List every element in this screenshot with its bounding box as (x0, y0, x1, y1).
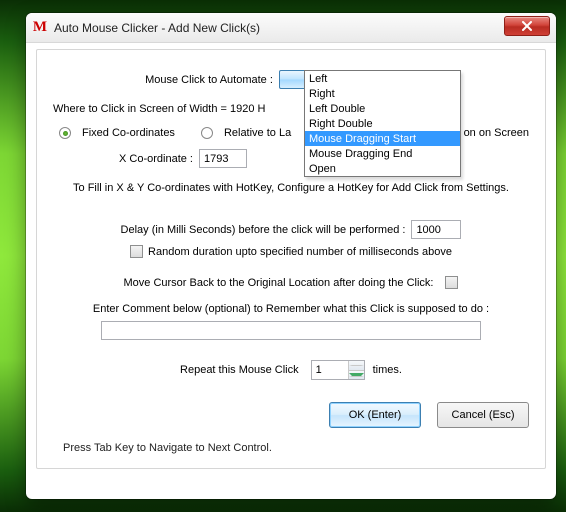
cancel-button[interactable]: Cancel (Esc) (437, 402, 529, 428)
dropdown-item-left-double[interactable]: Left Double (305, 101, 460, 116)
ok-button[interactable]: OK (Enter) (329, 402, 421, 428)
random-duration-checkbox[interactable] (130, 245, 143, 258)
label-hotkey-hint: To Fill in X & Y Co-ordinates with HotKe… (73, 182, 509, 194)
label-delay: Delay (in Milli Seconds) before the clic… (121, 224, 412, 236)
row-comment-input (53, 321, 529, 340)
label-xcoord: X Co-ordinate : (119, 153, 199, 165)
dropdown-item-drag-start[interactable]: Mouse Dragging Start (305, 131, 460, 146)
titlebar: M Auto Mouse Clicker - Add New Click(s) (26, 13, 556, 43)
row-repeat: Repeat this Mouse Click 1 times. (53, 360, 529, 380)
dropdown-item-open[interactable]: Open (305, 161, 460, 176)
label-moveback: Move Cursor Back to the Original Locatio… (124, 277, 440, 289)
chevron-down-icon (349, 373, 364, 377)
dropdown-item-right[interactable]: Right (305, 86, 460, 101)
repeat-value[interactable]: 1 (312, 361, 348, 379)
group-box: Mouse Click to Automate : Where to Click… (36, 49, 546, 469)
repeat-spinner[interactable]: 1 (311, 360, 365, 380)
close-icon (521, 21, 533, 31)
button-bar: OK (Enter) Cancel (Esc) (53, 402, 529, 428)
label-random: Random duration upto specified number of… (148, 246, 452, 258)
radio-fixed[interactable] (59, 127, 71, 139)
dropdown-item-drag-end[interactable]: Mouse Dragging End (305, 146, 460, 161)
row-moveback: Move Cursor Back to the Original Locatio… (53, 276, 529, 289)
label-automate: Mouse Click to Automate : (145, 74, 279, 86)
dialog-window: M Auto Mouse Clicker - Add New Click(s) … (26, 13, 556, 499)
close-button[interactable] (504, 16, 550, 36)
spinner-buttons (348, 361, 364, 379)
label-fixed: Fixed Co-ordinates (82, 127, 175, 139)
label-relative: Relative to La (224, 127, 291, 139)
label-on-screen: on on Screen (464, 127, 529, 139)
click-type-dropdown[interactable]: Left Right Left Double Right Double Mous… (304, 70, 461, 177)
row-random: Random duration upto specified number of… (53, 245, 529, 258)
row-hotkey-hint: To Fill in X & Y Co-ordinates with HotKe… (53, 182, 529, 194)
dropdown-item-left[interactable]: Left (305, 71, 460, 86)
label-repeat-post: times. (373, 364, 402, 376)
x-coord-input[interactable]: 1793 (199, 149, 247, 168)
label-where: Where to Click in Screen of Width = 1920… (53, 103, 265, 115)
spinner-down[interactable] (349, 371, 364, 380)
chevron-up-icon (349, 365, 364, 366)
content-area: Mouse Click to Automate : Where to Click… (26, 43, 556, 479)
label-comment-hint: Enter Comment below (optional) to Rememb… (93, 303, 489, 315)
row-delay: Delay (in Milli Seconds) before the clic… (53, 220, 529, 239)
label-repeat-pre: Repeat this Mouse Click (180, 364, 305, 376)
label-tab-hint: Press Tab Key to Navigate to Next Contro… (63, 442, 272, 454)
spinner-up[interactable] (349, 361, 364, 371)
move-back-checkbox[interactable] (445, 276, 458, 289)
dropdown-item-right-double[interactable]: Right Double (305, 116, 460, 131)
comment-input[interactable] (101, 321, 481, 340)
delay-input[interactable]: 1000 (411, 220, 461, 239)
radio-relative[interactable] (201, 127, 213, 139)
window-title: Auto Mouse Clicker - Add New Click(s) (54, 21, 260, 35)
row-comment-hint: Enter Comment below (optional) to Rememb… (53, 303, 529, 315)
app-icon: M (32, 20, 48, 36)
